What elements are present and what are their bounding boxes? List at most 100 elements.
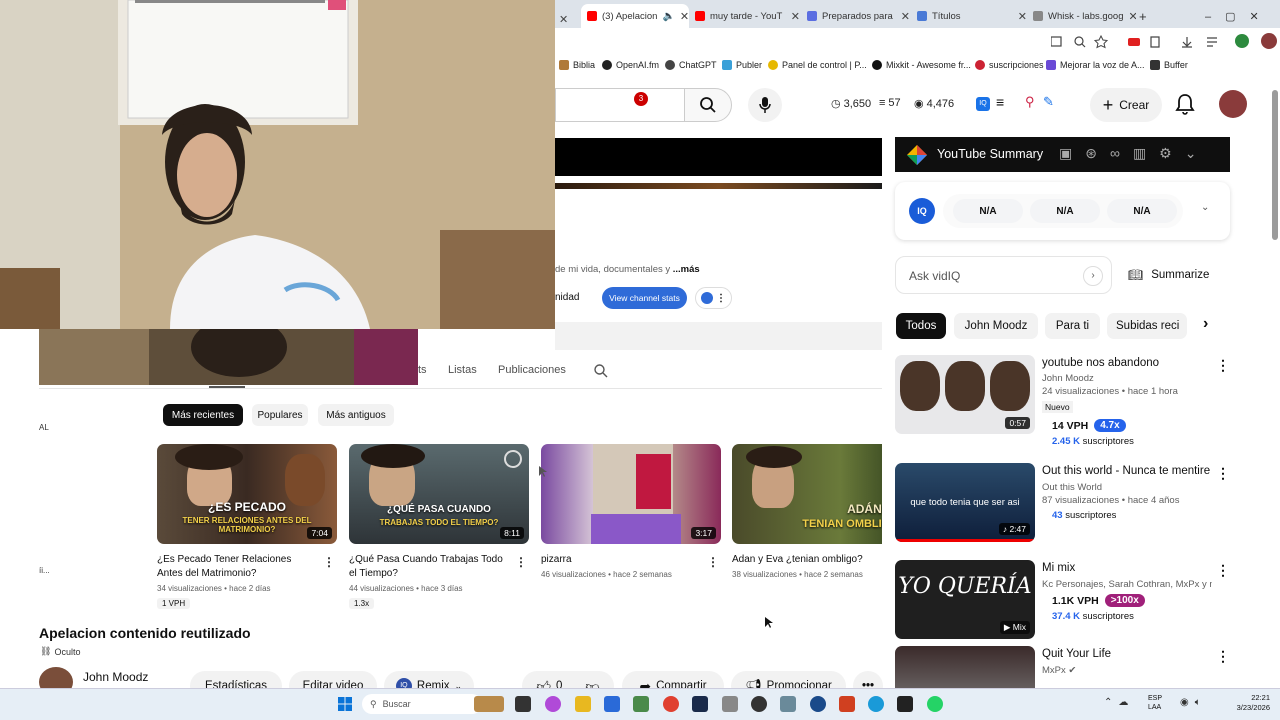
taskbar-search[interactable]: ⚲ Buscar	[362, 694, 482, 714]
video-title[interactable]: pizarra	[541, 553, 701, 567]
bookmark[interactable]: Buffer	[1150, 60, 1188, 70]
copilot-icon[interactable]	[545, 696, 561, 712]
close-icon[interactable]: ✕	[901, 10, 910, 23]
app-icon[interactable]	[897, 696, 913, 712]
channel-name[interactable]: John Moodz	[83, 670, 148, 684]
app-icon[interactable]	[604, 696, 620, 712]
whatsapp-icon[interactable]	[927, 696, 943, 712]
more-vert-icon[interactable]: ⋮	[1216, 357, 1230, 374]
video-card[interactable]: ¿QUÉ PASA CUANDO TRABAJAS TODO EL TIEMPO…	[349, 444, 529, 611]
bookmark[interactable]: Panel de control | P...	[768, 60, 867, 70]
vidiq-icon[interactable]: IQ	[976, 97, 990, 111]
video-card[interactable]: ¿ES PECADO TENER RELACIONES ANTES DEL MA…	[157, 444, 337, 611]
filter-chip-recent[interactable]: Subidas reci	[1107, 313, 1187, 339]
rec-thumbnail[interactable]: que todo tenia que ser asi ♪ 2:47	[895, 463, 1035, 542]
voice-search-button[interactable]	[748, 88, 782, 122]
queue-icon[interactable]: ≡	[996, 94, 1004, 110]
app-icon[interactable]	[692, 696, 708, 712]
scrollbar-thumb[interactable]	[1272, 90, 1278, 240]
chip-oldest[interactable]: Más antiguos	[318, 404, 394, 426]
language-indicator[interactable]: ESP LAA	[1148, 694, 1162, 712]
rec-thumbnail[interactable]: 0:57	[895, 355, 1035, 434]
more-vert-icon[interactable]: ⋮	[707, 555, 719, 569]
taskbar-clock[interactable]: 22:21 3/23/2026	[1228, 693, 1270, 713]
rec-title[interactable]: Mi mix	[1042, 560, 1212, 576]
app-icon[interactable]	[780, 696, 796, 712]
network-volume-icons[interactable]: ◉🔈︎	[1180, 697, 1207, 708]
magic-icon[interactable]: ✎	[1043, 94, 1054, 110]
browser-tab-active[interactable]: (3) Apelacion 🔈 ✕	[581, 4, 689, 28]
ask-vidiq-input[interactable]: Ask vidIQ ›	[895, 256, 1112, 294]
extension-icons[interactable]	[1051, 35, 1221, 49]
bookmark[interactable]: Publer	[722, 60, 762, 70]
video-title[interactable]: Adan y Eva ¿tenian ombligo?	[732, 553, 882, 567]
tab-shorts[interactable]: ts	[418, 364, 427, 376]
more-link[interactable]: ...más	[673, 264, 700, 275]
app-icon[interactable]	[810, 696, 826, 712]
filter-chip-for-you[interactable]: Para ti	[1045, 313, 1100, 339]
community-label[interactable]: nidad	[555, 292, 579, 303]
view-channel-stats-button[interactable]: View channel stats	[602, 287, 687, 309]
file-explorer-icon[interactable]	[575, 696, 591, 712]
app-icon[interactable]	[722, 696, 738, 712]
speaker-icon[interactable]: 🔈	[662, 11, 674, 22]
browser-tab[interactable]: Títulos ✕	[917, 4, 1027, 28]
close-icon[interactable]: ✕	[1129, 10, 1136, 23]
rec-thumbnail[interactable]: YO QUERÍA ▶︎ Mix	[895, 560, 1035, 639]
close-icon[interactable]: ✕	[559, 13, 568, 26]
app-icon[interactable]	[515, 696, 531, 712]
send-arrow-icon[interactable]: ›	[1083, 266, 1103, 286]
bookmark[interactable]: ChatGPT	[665, 60, 717, 70]
bookmark[interactable]: OpenAI.fm	[602, 60, 659, 70]
video-thumbnail[interactable]: ADÁN Y EV TENIAN OMBLI	[732, 444, 882, 544]
close-icon[interactable]: ✕	[791, 10, 800, 23]
browser-avatar[interactable]	[1261, 33, 1277, 49]
app-icon[interactable]	[751, 696, 767, 712]
video-title[interactable]: ¿Qué Pasa Cuando Trabajas Todo el Tiempo…	[349, 553, 509, 581]
browser-tab[interactable]: Whisk - labs.goog ✕	[1033, 4, 1136, 28]
edge-icon[interactable]	[868, 696, 884, 712]
browser-tab[interactable]: Preparados para ✕	[807, 4, 910, 28]
vidiq-menu-button[interactable]: ⋮	[695, 287, 732, 309]
chip-popular[interactable]: Populares	[252, 404, 308, 426]
summarize-button[interactable]: 📖︎ Summarize	[1128, 268, 1209, 282]
windows-start-icon[interactable]	[338, 697, 352, 711]
recommended-video[interactable]: que todo tenia que ser asi ♪ 2:47 Out th…	[895, 463, 1230, 551]
filter-chip-all[interactable]: Todos	[896, 313, 946, 339]
video-title[interactable]: ¿Es Pecado Tener Relaciones Antes del Ma…	[157, 553, 317, 581]
recommended-video[interactable]: YO QUERÍA ▶︎ Mix Mi mix Kc Personajes, S…	[895, 560, 1230, 642]
app-icon[interactable]	[839, 696, 855, 712]
video-thumbnail[interactable]: ¿ES PECADO TENER RELACIONES ANTES DEL MA…	[157, 444, 337, 544]
chevron-down-icon[interactable]: ⌄	[1201, 202, 1209, 213]
more-vert-icon[interactable]: ⋮	[515, 555, 527, 569]
tab-posts[interactable]: Publicaciones	[498, 364, 566, 376]
pin-icon[interactable]: ⚲	[1025, 94, 1035, 110]
youtube-summary-bar[interactable]: YouTube Summary ▣⊛∞▥⚙⌄	[895, 137, 1230, 172]
rec-title[interactable]: youtube nos abandono	[1042, 355, 1212, 371]
chevron-right-icon[interactable]: ›	[1203, 315, 1208, 333]
search-input[interactable]	[555, 88, 685, 122]
rec-channel[interactable]: Kc Personajes, Sarah Cothran, MxPx y m..…	[1042, 579, 1212, 590]
search-button[interactable]	[684, 88, 732, 122]
create-button[interactable]: + Crear	[1090, 88, 1162, 122]
video-thumbnail[interactable]: 3:17	[541, 444, 721, 544]
system-tray-icons[interactable]: ⌃☁	[1104, 697, 1134, 708]
widget-icon[interactable]	[474, 696, 504, 712]
app-icon[interactable]	[633, 696, 649, 712]
bookmark[interactable]: Mixkit - Awesome fr...	[872, 60, 971, 70]
bookmark[interactable]: Biblia	[559, 60, 595, 70]
video-thumbnail[interactable]: ¿QUÉ PASA CUANDO TRABAJAS TODO EL TIEMPO…	[349, 444, 529, 544]
close-icon[interactable]: ✕	[680, 10, 689, 23]
rec-channel[interactable]: John Moodz	[1042, 373, 1212, 384]
new-tab-button[interactable]: +	[1139, 4, 1147, 28]
profile-icon[interactable]	[1235, 34, 1249, 48]
rec-channel[interactable]: MxPx	[1042, 665, 1066, 676]
bookmark[interactable]: Mejorar la voz de A...	[1046, 60, 1145, 70]
browser-tab[interactable]: muy tarde - YouT ✕	[695, 4, 800, 28]
recommended-video[interactable]: 0:57 youtube nos abandono John Moodz 24 …	[895, 355, 1230, 455]
chip-recent[interactable]: Más recientes	[163, 404, 243, 426]
rec-title[interactable]: Quit Your Life	[1042, 646, 1212, 662]
rec-title[interactable]: Out this world - Nunca te mentire	[1042, 463, 1212, 479]
bookmark[interactable]: suscripciones	[975, 60, 1044, 70]
tab-playlists[interactable]: Listas	[448, 364, 477, 376]
